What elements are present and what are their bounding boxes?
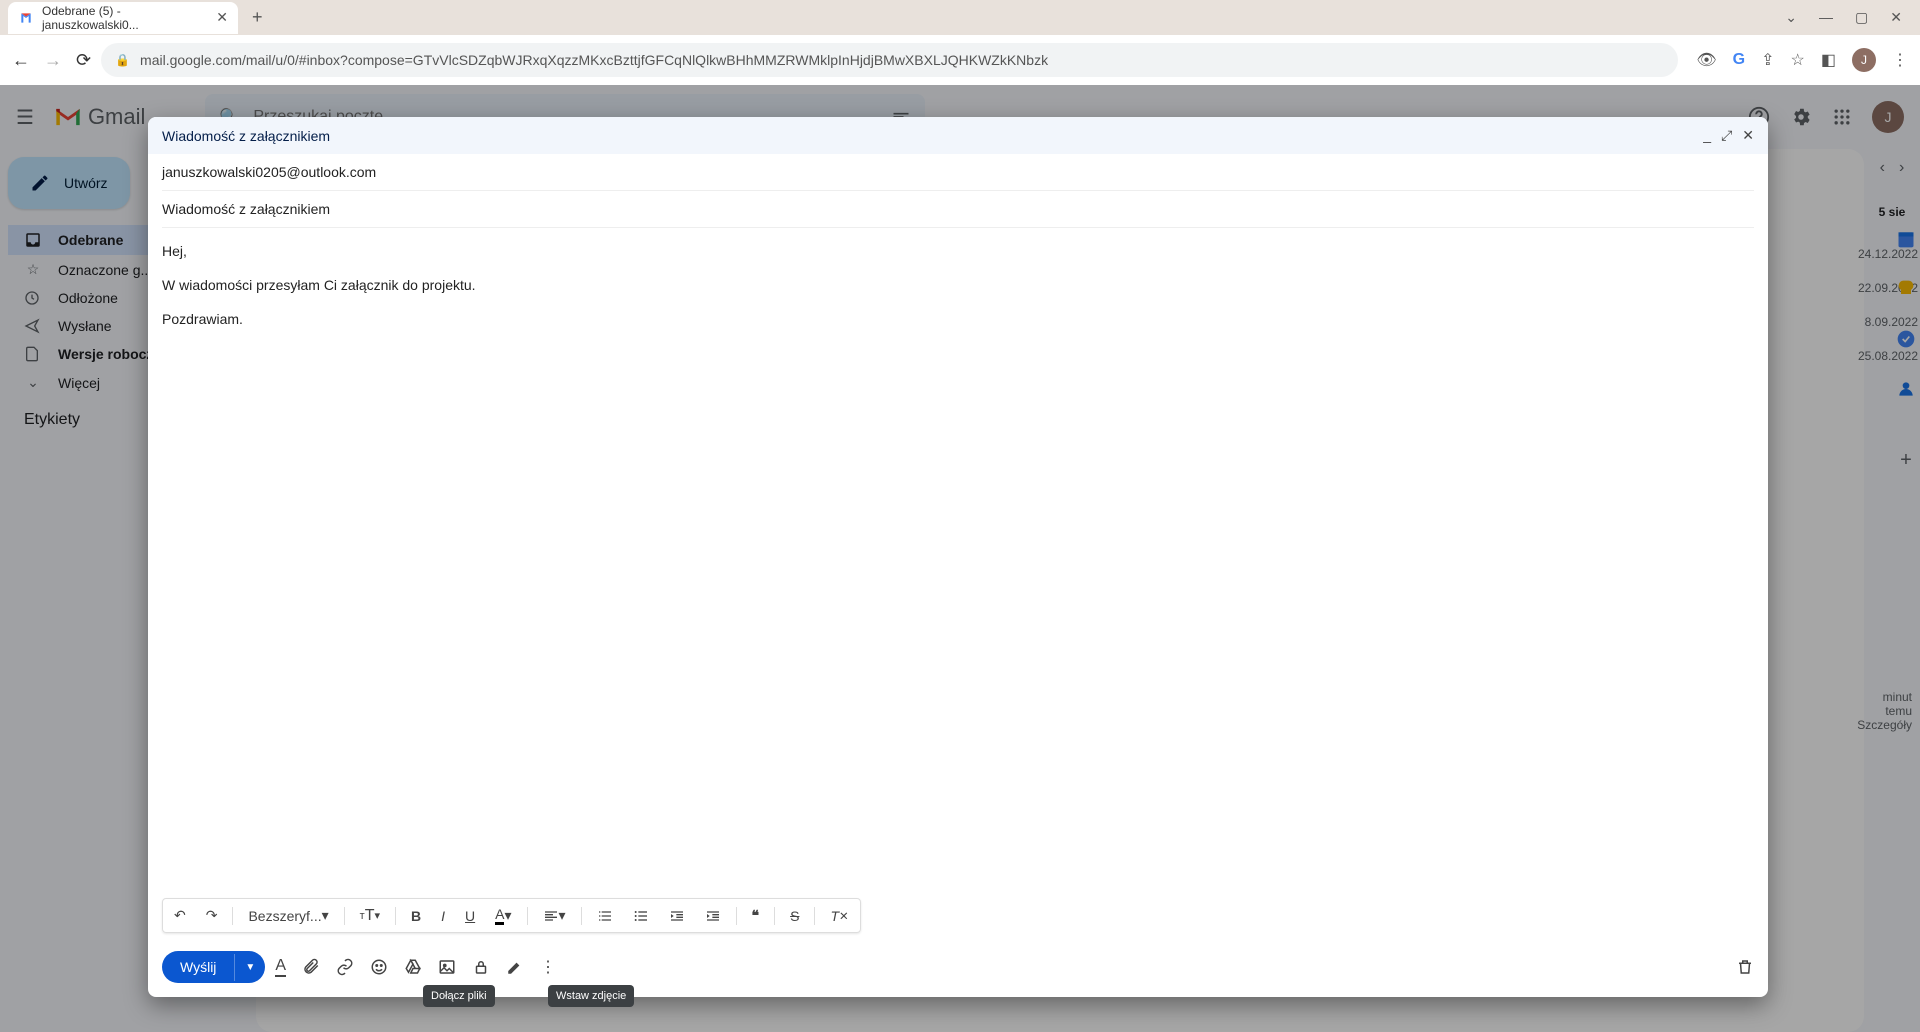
chevron-down-icon[interactable]: ⌄ bbox=[1785, 9, 1797, 26]
confidential-icon[interactable] bbox=[472, 958, 490, 976]
send-button[interactable]: Wyślij ▼ bbox=[162, 951, 265, 983]
underline-icon[interactable]: U bbox=[460, 905, 480, 927]
font-selector[interactable]: Bezszeryf... ▾ bbox=[243, 904, 333, 927]
subject-field[interactable]: Wiadomość z załącznikiem bbox=[162, 191, 1754, 228]
minimize-compose-icon[interactable]: _ bbox=[1703, 127, 1711, 144]
back-button[interactable]: ← bbox=[12, 50, 30, 71]
redo-icon[interactable]: ↷ bbox=[201, 904, 223, 927]
eye-icon[interactable]: 👁 bbox=[1696, 50, 1716, 70]
close-compose-icon[interactable]: ✕ bbox=[1742, 127, 1754, 144]
italic-icon[interactable]: I bbox=[436, 905, 450, 927]
bullet-list-icon[interactable] bbox=[628, 905, 654, 927]
body-line: Pozdrawiam. bbox=[162, 308, 1754, 332]
undo-icon[interactable]: ↶ bbox=[169, 904, 191, 927]
align-icon[interactable]: ▾ bbox=[538, 904, 571, 927]
bold-icon[interactable]: B bbox=[406, 905, 426, 927]
maximize-icon[interactable]: ▢ bbox=[1855, 9, 1868, 26]
star-icon[interactable]: ☆ bbox=[1791, 50, 1805, 70]
text-color-icon[interactable]: A ▾ bbox=[490, 903, 516, 928]
tab-title: Odebrane (5) - januszkowalski0... bbox=[42, 4, 208, 32]
indent-less-icon[interactable] bbox=[664, 905, 690, 927]
compose-body[interactable]: Hej, W wiadomości przesyłam Ci załącznik… bbox=[148, 228, 1768, 898]
attach-file-icon[interactable] bbox=[302, 958, 320, 976]
close-window-icon[interactable]: ✕ bbox=[1890, 9, 1902, 26]
send-label: Wyślij bbox=[162, 951, 234, 983]
signature-icon[interactable] bbox=[506, 958, 524, 976]
strikethrough-icon[interactable]: S bbox=[785, 905, 804, 927]
send-options-icon[interactable]: ▼ bbox=[234, 954, 265, 981]
discard-draft-icon[interactable] bbox=[1736, 958, 1754, 976]
compose-title: Wiadomość z załącznikiem bbox=[162, 128, 330, 144]
gmail-favicon bbox=[18, 10, 34, 26]
tooltip-attach: Dołącz pliki bbox=[423, 985, 495, 1007]
body-line: Hej, bbox=[162, 240, 1754, 264]
quote-icon[interactable]: ❝ bbox=[747, 904, 765, 927]
lock-icon: 🔒 bbox=[115, 53, 130, 67]
more-options-icon[interactable]: ⋮ bbox=[540, 957, 556, 977]
remove-format-icon[interactable]: T✕ bbox=[825, 905, 853, 927]
font-size-icon[interactable]: тT ▾ bbox=[355, 904, 385, 928]
numbered-list-icon[interactable] bbox=[592, 905, 618, 927]
forward-button[interactable]: → bbox=[44, 50, 62, 71]
insert-link-icon[interactable] bbox=[336, 958, 354, 976]
url-text: mail.google.com/mail/u/0/#inbox?compose=… bbox=[140, 52, 1048, 68]
profile-avatar[interactable]: J bbox=[1852, 48, 1876, 72]
indent-more-icon[interactable] bbox=[700, 905, 726, 927]
new-tab-button[interactable]: + bbox=[252, 7, 263, 28]
address-bar[interactable]: 🔒 mail.google.com/mail/u/0/#inbox?compos… bbox=[101, 43, 1678, 77]
drive-icon[interactable] bbox=[404, 958, 422, 976]
insert-image-icon[interactable] bbox=[438, 958, 456, 976]
expand-compose-icon[interactable]: ⤢ bbox=[1721, 127, 1732, 144]
extensions-icon[interactable]: ◧ bbox=[1821, 50, 1836, 70]
compose-window: Wiadomość z załącznikiem _ ⤢ ✕ januszkow… bbox=[148, 117, 1768, 997]
share-icon[interactable]: ⇪ bbox=[1761, 50, 1774, 70]
browser-tab[interactable]: Odebrane (5) - januszkowalski0... ✕ bbox=[8, 2, 238, 34]
formatting-toolbar: ↶ ↷ Bezszeryf... ▾ тT ▾ B I U A ▾ ▾ bbox=[162, 898, 861, 933]
google-icon[interactable]: G bbox=[1733, 51, 1745, 69]
tab-close-icon[interactable]: ✕ bbox=[216, 9, 228, 26]
to-field[interactable]: januszkowalski0205@outlook.com bbox=[162, 154, 1754, 191]
emoji-icon[interactable] bbox=[370, 958, 388, 976]
body-line: W wiadomości przesyłam Ci załącznik do p… bbox=[162, 274, 1754, 298]
browser-menu-icon[interactable]: ⋮ bbox=[1892, 50, 1908, 70]
text-format-icon[interactable]: A bbox=[275, 957, 286, 977]
minimize-icon[interactable]: ― bbox=[1819, 9, 1833, 26]
tooltip-image: Wstaw zdjęcie bbox=[548, 985, 634, 1007]
reload-button[interactable]: ⟳ bbox=[76, 50, 91, 71]
